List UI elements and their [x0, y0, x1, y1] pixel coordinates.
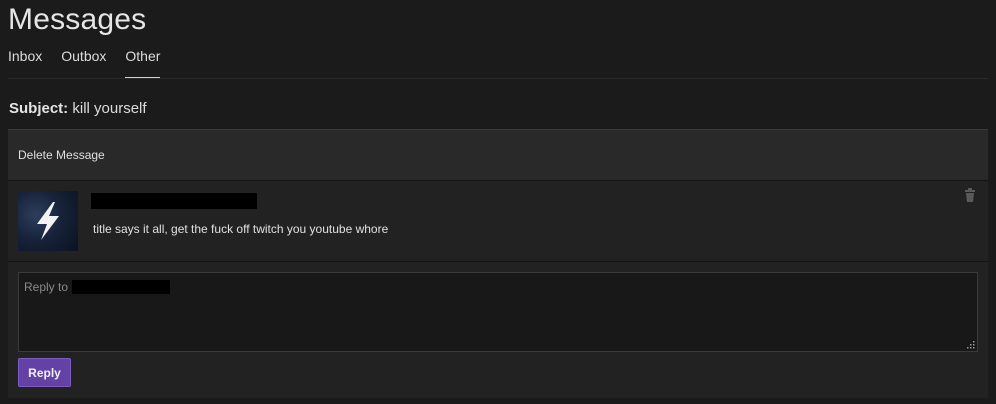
tab-bar: Inbox Outbox Other [8, 48, 179, 78]
message-item: title says it all, get the fuck off twit… [8, 181, 988, 262]
page-title: Messages [8, 3, 147, 36]
lightning-bolt-icon [37, 202, 59, 240]
tab-outbox[interactable]: Outbox [61, 48, 106, 78]
thread-actions-bar: Delete Message [8, 130, 988, 181]
subject-value: kill yourself [72, 100, 147, 117]
message-body: title says it all, get the fuck off twit… [93, 222, 389, 236]
reply-recipient-redacted [72, 280, 170, 294]
tab-other[interactable]: Other [125, 48, 161, 78]
reply-textarea[interactable]: Reply to [18, 272, 978, 352]
delete-message-button[interactable]: Delete Message [18, 148, 105, 162]
author-name-redacted [91, 193, 257, 209]
reply-section: Reply to Reply [8, 262, 988, 397]
trash-icon[interactable] [964, 188, 976, 202]
tabs-divider [8, 78, 988, 79]
reply-button[interactable]: Reply [18, 358, 71, 387]
message-thread: Delete Message title says it all, get th… [8, 129, 988, 398]
reply-placeholder: Reply to [24, 280, 69, 294]
tab-inbox[interactable]: Inbox [8, 48, 42, 78]
resize-grip-icon[interactable] [966, 340, 975, 349]
avatar[interactable] [18, 191, 78, 251]
subject-line: Subject: kill yourself [9, 100, 147, 117]
subject-label: Subject: [9, 100, 69, 117]
